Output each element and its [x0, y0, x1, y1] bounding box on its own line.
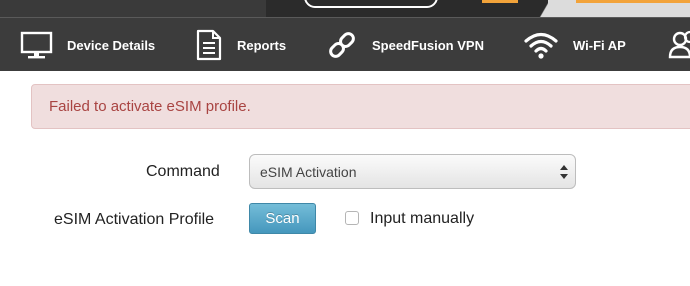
input-manually-label[interactable]: Input manually	[370, 210, 474, 228]
header-pill-button[interactable]	[304, 0, 438, 8]
esim-activation-profile-label: eSIM Activation Profile	[54, 211, 215, 228]
error-alert: Failed to activate eSIM profile.	[31, 84, 690, 129]
command-select-value: eSIM Activation	[260, 164, 357, 180]
nav-item-label: Device Details	[67, 37, 156, 53]
monitor-icon	[20, 31, 53, 59]
header-accent-underline-right	[576, 0, 690, 3]
top-header-strip	[0, 0, 690, 17]
chain-link-icon	[326, 29, 358, 61]
users-icon	[668, 29, 690, 61]
select-arrows-icon	[560, 165, 568, 184]
main-nav-bar: Device Details Reports SpeedFusion VPN W…	[0, 17, 690, 71]
wifi-icon	[523, 31, 559, 59]
command-select[interactable]: eSIM Activation	[249, 154, 576, 189]
document-icon	[195, 29, 223, 61]
command-label: Command	[146, 163, 220, 180]
input-manually-checkbox[interactable]	[345, 211, 359, 225]
nav-item-reports[interactable]: Reports	[195, 18, 286, 72]
nav-item-label: SpeedFusion VPN	[372, 37, 484, 53]
nav-item-speedfusion-vpn[interactable]: SpeedFusion VPN	[326, 18, 484, 72]
scan-button[interactable]: Scan	[249, 203, 316, 234]
nav-item-label: Reports	[237, 37, 287, 53]
nav-item-device-details[interactable]: Device Details	[20, 18, 155, 72]
error-alert-message: Failed to activate eSIM profile.	[49, 98, 251, 115]
header-accent-underline	[482, 0, 518, 3]
nav-item-wifi-ap[interactable]: Wi-Fi AP	[523, 18, 626, 72]
nav-item-users[interactable]	[668, 18, 690, 72]
header-left-panel	[0, 0, 266, 17]
nav-item-label: Wi-Fi AP	[573, 37, 626, 53]
